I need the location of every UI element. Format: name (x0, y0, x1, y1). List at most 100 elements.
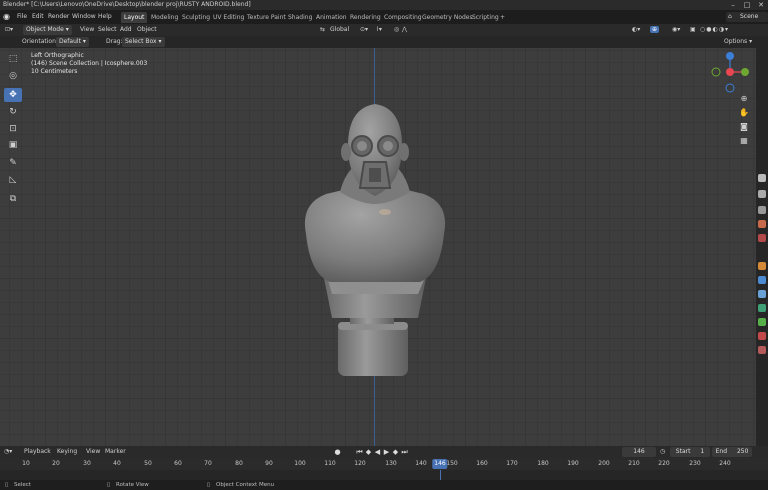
playhead-line (440, 470, 441, 480)
orientation-dropdown[interactable]: Default ▾ (56, 37, 89, 47)
measure-tool-icon[interactable]: ◺ (4, 173, 22, 187)
model-bust[interactable] (290, 84, 460, 384)
shading-modes-icon[interactable]: ○●◐◑▾ (700, 26, 729, 33)
transform-tool-icon[interactable]: ▣ (4, 138, 22, 152)
xray-icon[interactable]: ▣ (690, 26, 696, 33)
cursor-tool-icon[interactable]: ◎ (4, 69, 22, 83)
play-reverse-icon[interactable]: ◀ (373, 447, 382, 457)
rotate-tool-icon[interactable]: ↻ (4, 105, 22, 119)
scene-selector[interactable]: ⌂ Scene (726, 12, 768, 22)
zoom-icon[interactable]: ⊕ (737, 92, 751, 106)
tick-label: 230 (689, 460, 701, 467)
menu-marker[interactable]: Marker (105, 448, 126, 455)
menu-edit[interactable]: Edit (32, 13, 44, 20)
constraints-properties-icon[interactable] (758, 318, 766, 326)
tab-uv-editing[interactable]: UV Editing (210, 12, 247, 23)
transform-orientation-dropdown[interactable]: Global (330, 26, 349, 33)
drag-dropdown[interactable]: Select Box ▾ (122, 37, 165, 47)
current-frame-field[interactable]: 146 (622, 447, 656, 457)
timeline-editor-icon[interactable]: ◔▾ (4, 448, 12, 455)
clock-icon[interactable]: ◷ (660, 448, 665, 455)
end-label: End (715, 448, 728, 455)
jump-end-icon[interactable]: ⏭ (400, 447, 409, 457)
perspective-grid-icon[interactable]: ▦ (737, 134, 751, 148)
scale-tool-icon[interactable]: ⊡ (4, 122, 22, 136)
output-properties-icon[interactable] (758, 206, 766, 214)
physics-properties-icon[interactable] (758, 304, 766, 312)
navigation-gizmo[interactable] (708, 50, 753, 95)
mouse-right-icon: ▯ (207, 482, 211, 488)
menu-keying[interactable]: Keying (57, 448, 77, 455)
object-mode-dropdown[interactable]: Object Mode ▾ (23, 25, 72, 35)
options-dropdown[interactable]: Options ▾ (724, 38, 752, 45)
3d-viewport[interactable]: Left Orthographic (146) Scene Collection… (0, 48, 756, 446)
menu-object[interactable]: Object (137, 26, 157, 33)
menu-playback[interactable]: Playback (24, 448, 51, 455)
gizmo-x-axis[interactable] (726, 68, 734, 76)
tab-modeling[interactable]: Modeling (148, 12, 181, 23)
material-properties-icon[interactable] (758, 332, 766, 340)
start-frame-field[interactable]: Start 1 (670, 447, 710, 457)
tab-layout[interactable]: Layout (121, 12, 148, 23)
pivot-icon[interactable]: ⊙▾ (360, 26, 368, 33)
menu-view[interactable]: View (80, 26, 94, 33)
select-box-tool-icon[interactable]: ⬚ (4, 52, 22, 66)
tab-rendering[interactable]: Rendering (347, 12, 384, 23)
annotate-tool-icon[interactable]: ✎ (4, 156, 22, 170)
playhead-frame[interactable]: 146 (432, 459, 448, 469)
camera-icon[interactable]: ◙ (737, 120, 751, 134)
minimize-icon[interactable]: – (726, 0, 740, 10)
object-properties-icon[interactable] (758, 262, 766, 270)
add-workspace-button[interactable]: + (497, 12, 508, 23)
next-keyframe-icon[interactable]: ◆ (391, 447, 400, 457)
proportional-edit-icon[interactable]: ◎ (394, 26, 399, 33)
gizmo-toggle-icon[interactable]: ⊕ (650, 26, 660, 33)
editor-type-icon[interactable]: ⊡▾ (5, 26, 13, 33)
menu-help[interactable]: Help (98, 13, 112, 20)
particles-properties-icon[interactable] (758, 290, 766, 298)
tab-geometry-nodes[interactable]: Geometry Nodes (419, 12, 476, 23)
prev-keyframe-icon[interactable]: ◆ (364, 447, 373, 457)
overlay-toggle-icon[interactable]: ◉▾ (672, 26, 680, 33)
end-frame-field[interactable]: End 250 (712, 447, 752, 457)
tick-label: 190 (567, 460, 579, 467)
record-icon[interactable]: ● (333, 447, 342, 457)
scene-properties-icon[interactable] (758, 234, 766, 242)
frame-ruler[interactable]: 10 20 30 40 50 60 70 80 90 100 110 120 1… (0, 458, 768, 470)
left-eye-inner (357, 141, 367, 151)
modifier-properties-icon[interactable] (758, 276, 766, 284)
menu-render[interactable]: Render (48, 13, 69, 20)
view-object-types-icon[interactable]: ◐▾ (632, 26, 640, 33)
tab-animation[interactable]: Animation (313, 12, 350, 23)
pan-hand-icon[interactable]: ✋ (737, 106, 751, 120)
chevron-down-icon: ▾ (749, 38, 753, 45)
snap-icon[interactable]: ⌇▾ (376, 26, 382, 33)
move-tool-icon[interactable]: ✥ (4, 88, 22, 102)
maximize-icon[interactable]: □ (740, 0, 754, 10)
orientation-icon[interactable]: ⇆ (320, 26, 325, 33)
jump-start-icon[interactable]: ⏮ (355, 447, 364, 457)
close-icon[interactable]: ✕ (754, 0, 768, 10)
tab-texture-paint[interactable]: Texture Paint (244, 12, 289, 23)
tab-shading[interactable]: Shading (285, 12, 315, 23)
tab-sculpting[interactable]: Sculpting (179, 12, 213, 23)
falloff-icon[interactable]: ⋀ (402, 26, 407, 33)
add-cube-tool-icon[interactable]: ⧉ (4, 192, 22, 206)
menu-file[interactable]: File (17, 13, 27, 20)
view-layer-properties-icon[interactable] (758, 220, 766, 228)
mouse-middle-icon: ▯ (107, 482, 111, 488)
gizmo-y-axis[interactable] (741, 68, 749, 76)
menu-timeline-view[interactable]: View (86, 448, 100, 455)
texture-properties-icon[interactable] (758, 346, 766, 354)
blender-logo-icon[interactable]: ◉ (3, 12, 13, 22)
gizmo-z-axis[interactable] (726, 52, 734, 60)
gizmo-neg-z-axis[interactable] (725, 83, 735, 93)
render-properties-icon[interactable] (758, 190, 766, 198)
gizmo-neg-y-axis[interactable] (711, 67, 721, 77)
play-icon[interactable]: ▶ (382, 447, 391, 457)
menu-window[interactable]: Window (72, 13, 96, 20)
menu-select[interactable]: Select (98, 26, 117, 33)
menu-add[interactable]: Add (120, 26, 132, 33)
timeline-area[interactable] (0, 470, 768, 480)
tool-properties-icon[interactable] (758, 174, 766, 182)
